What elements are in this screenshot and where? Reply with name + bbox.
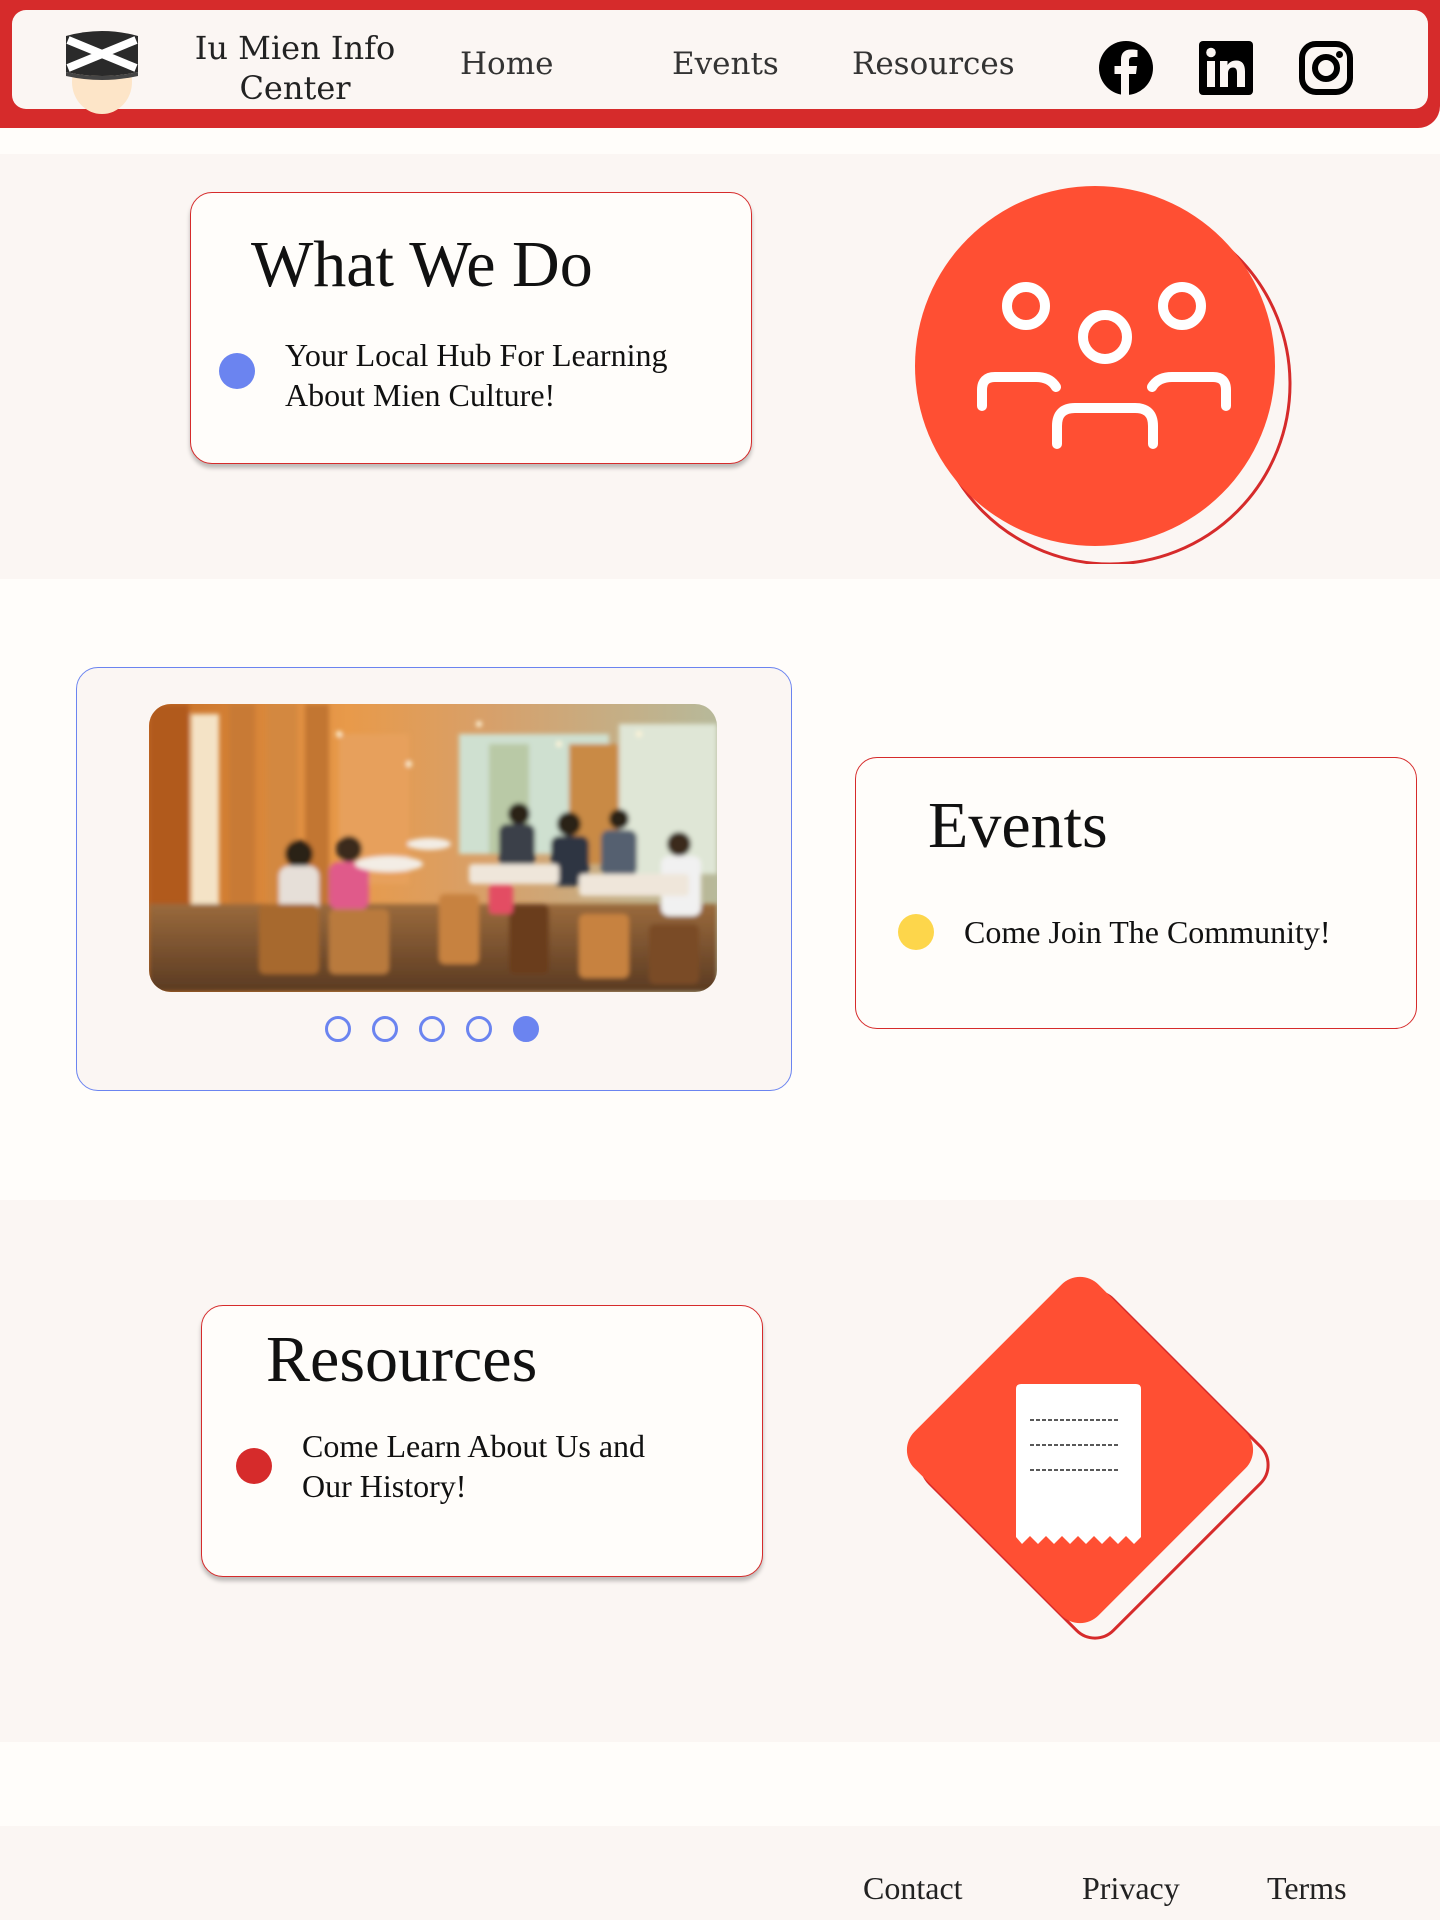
resources-card: Resources Come Learn About Us and Our Hi… [201, 1305, 763, 1577]
nav-resources[interactable]: Resources [852, 46, 1015, 82]
what-we-do-dot [219, 353, 255, 389]
resources-title: Resources [266, 1323, 538, 1396]
events-dot [898, 914, 934, 950]
linkedin-icon[interactable] [1198, 40, 1254, 96]
people-group-icon [915, 186, 1292, 564]
what-we-do-title: What We Do [251, 228, 593, 301]
carousel-indicator-3[interactable] [419, 1016, 445, 1042]
brand-name[interactable]: Iu Mien Info Center [180, 28, 410, 108]
events-title: Events [928, 789, 1108, 862]
nav-home[interactable]: Home [460, 46, 553, 82]
instagram-icon[interactable] [1298, 40, 1354, 96]
resources-text: Come Learn About Us and Our History! [302, 1428, 646, 1504]
carousel-indicator-1[interactable] [325, 1016, 351, 1042]
nav-events[interactable]: Events [672, 46, 779, 82]
logo-icon[interactable] [54, 20, 150, 116]
receipt-document-icon [906, 1276, 1270, 1640]
carousel-indicator-4[interactable] [466, 1016, 492, 1042]
events-card: Events Come Join The Community! [855, 757, 1417, 1029]
resources-dot [236, 1448, 272, 1484]
carousel-indicator-5[interactable] [513, 1016, 539, 1042]
header-bar: Iu Mien Info Center Home Events Resource… [12, 10, 1428, 114]
what-we-do-section: What We Do Your Local Hub For Learning A… [0, 154, 1440, 579]
events-carousel[interactable] [76, 667, 792, 1091]
what-we-do-card: What We Do Your Local Hub For Learning A… [190, 192, 752, 464]
site-header: Iu Mien Info Center Home Events Resource… [0, 0, 1440, 128]
site-footer: Contact Privacy Terms [0, 1826, 1440, 1920]
carousel-indicator-2[interactable] [372, 1016, 398, 1042]
footer-privacy-link[interactable]: Privacy [1082, 1870, 1180, 1907]
footer-terms-link[interactable]: Terms [1267, 1870, 1347, 1907]
event-photo[interactable] [149, 704, 717, 992]
what-we-do-text: Your Local Hub For Learning About Mien C… [285, 337, 668, 413]
resources-section: Resources Come Learn About Us and Our Hi… [0, 1200, 1440, 1742]
events-text: Come Join The Community! [964, 914, 1331, 950]
footer-contact-link[interactable]: Contact [863, 1870, 963, 1907]
facebook-icon[interactable] [1098, 40, 1154, 96]
